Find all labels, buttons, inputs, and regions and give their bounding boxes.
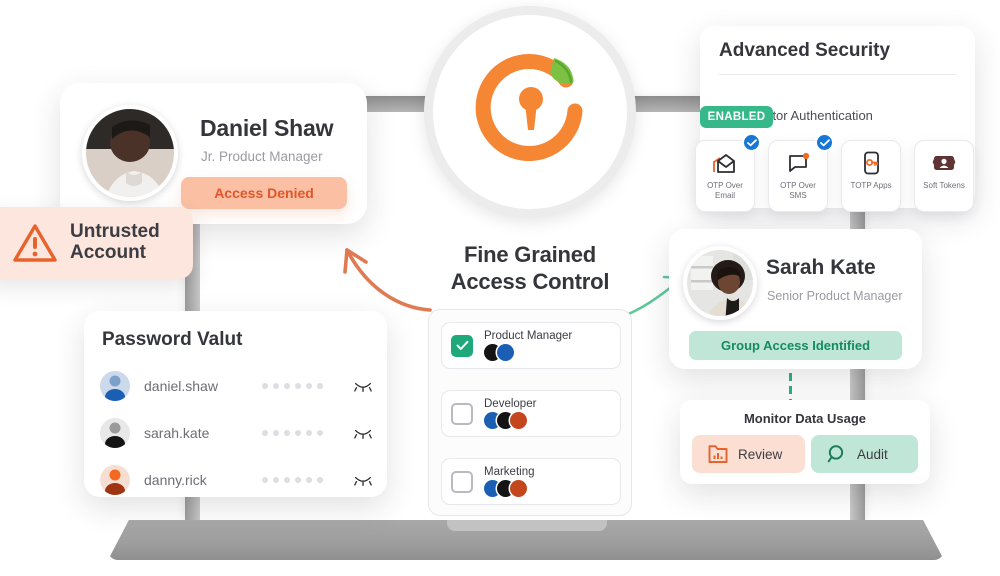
status-badge-group-access[interactable]: Group Access Identified [689,331,902,360]
eye-closed-icon[interactable] [354,380,372,393]
app-logo [424,6,636,218]
mfa-label-line-1: OTP Over [780,181,816,190]
phone-key-icon [861,150,881,176]
user-role: Jr. Product Manager [201,149,323,164]
role-text: Product Manager [484,330,572,361]
password-mask [262,430,323,436]
untrusted-line-1: Untrusted [70,221,160,243]
user-role: Senior Product Manager [767,289,903,303]
fine-grained-title-line-1: Fine Grained [463,242,597,267]
eye-closed-icon[interactable] [354,427,372,440]
vault-username: sarah.kate [144,425,210,441]
mfa-method-soft-tokens[interactable]: Soft Tokens [914,140,974,212]
warning-triangle-icon [13,224,57,262]
role-label: Product Manager [484,330,573,342]
chat-bubble-icon [786,150,810,176]
review-button-label: Review [738,446,783,462]
divider [719,74,956,75]
vault-row[interactable]: danny.rick [100,465,372,495]
user-card-sarah-kate[interactable]: Sarah Kate Senior Product Manager Group … [669,229,922,369]
audit-button-label: Audit [857,446,888,462]
bar-chart-folder-icon [708,445,728,463]
mfa-method-label: Soft Tokens [923,181,965,191]
checkbox-unchecked[interactable] [451,402,473,425]
mfa-method-label: TOTP Apps [850,181,891,191]
avatar [82,105,178,201]
user-name: Sarah Kate [766,256,876,279]
mfa-label-line-1: TOTP Apps [850,181,892,190]
role-option-developer[interactable]: Developer [441,390,621,437]
advanced-security-title: Advanced Security [719,40,891,61]
laptop-trackpad-notch [447,520,607,531]
mfa-method-otp-email[interactable]: OTP Over Email [695,133,761,212]
link-sarah-to-monitor [789,373,792,400]
role-label: Developer [484,398,537,410]
advanced-security-card: Advanced Security Multi-Factor Authentic… [695,26,975,212]
id-badge-icon [932,150,956,176]
padlock-keyhole-icon [475,54,583,161]
role-member-avatars [484,344,572,361]
avatar [100,418,130,448]
illustration-canvas: Daniel Shaw Jr. Product Manager Access D… [0,0,1000,576]
untrusted-account-text: Untrusted Account [70,221,160,264]
avatar [100,371,130,401]
mfa-status-badge: ENABLED [700,106,773,128]
mfa-method-totp-apps[interactable]: TOTP Apps [841,140,901,212]
role-list-panel: Product Manager Developer Marketing [428,309,632,516]
vault-row[interactable]: sarah.kate [100,418,372,448]
role-label: Marketing [484,466,535,478]
untrusted-line-2: Account [70,242,146,263]
vault-row[interactable]: daniel.shaw [100,371,372,401]
audit-button[interactable]: Audit [811,435,918,473]
password-mask [262,383,323,389]
mfa-label-line-1: Soft Tokens [923,181,965,190]
mfa-label-line-2: Email [714,191,735,200]
open-envelope-icon [712,150,738,176]
role-option-marketing[interactable]: Marketing [441,458,621,505]
monitor-title: Monitor Data Usage [743,411,867,426]
role-member-avatars [484,480,535,497]
eye-closed-icon[interactable] [354,474,372,487]
vault-username: danny.rick [144,472,207,488]
password-vault-card: Password Valut daniel.shaw sarah.kate da… [84,311,387,497]
selected-check-icon [815,133,834,152]
fine-grained-title: Fine Grained Access Control [420,242,640,296]
password-mask [262,477,323,483]
mfa-method-otp-sms[interactable]: OTP Over SMS [768,133,834,212]
mfa-label-line-2: SMS [789,191,807,200]
untrusted-account-badge: Untrusted Account [0,207,193,279]
monitor-data-usage-card: Monitor Data Usage Review Audit [680,400,930,484]
selected-check-icon [742,133,761,152]
avatar [100,465,130,495]
user-name: Daniel Shaw [200,115,334,141]
role-text: Developer [484,398,536,429]
role-option-product-manager[interactable]: Product Manager [441,322,621,369]
mfa-label-line-1: OTP Over [707,181,743,190]
status-badge-access-denied[interactable]: Access Denied [181,177,347,209]
password-vault-title: Password Valut [102,329,243,350]
magnifier-icon [827,445,844,463]
fine-grained-title-line-2: Access Control [450,268,610,294]
avatar [683,246,757,320]
mfa-method-label: OTP Over Email [707,181,743,201]
role-text: Marketing [484,466,535,497]
checkbox-unchecked[interactable] [451,470,473,493]
review-button[interactable]: Review [692,435,805,473]
vault-username: daniel.shaw [144,378,218,394]
checkbox-checked[interactable] [451,334,473,357]
role-member-avatars [484,412,536,429]
mfa-method-label: OTP Over SMS [780,181,816,201]
